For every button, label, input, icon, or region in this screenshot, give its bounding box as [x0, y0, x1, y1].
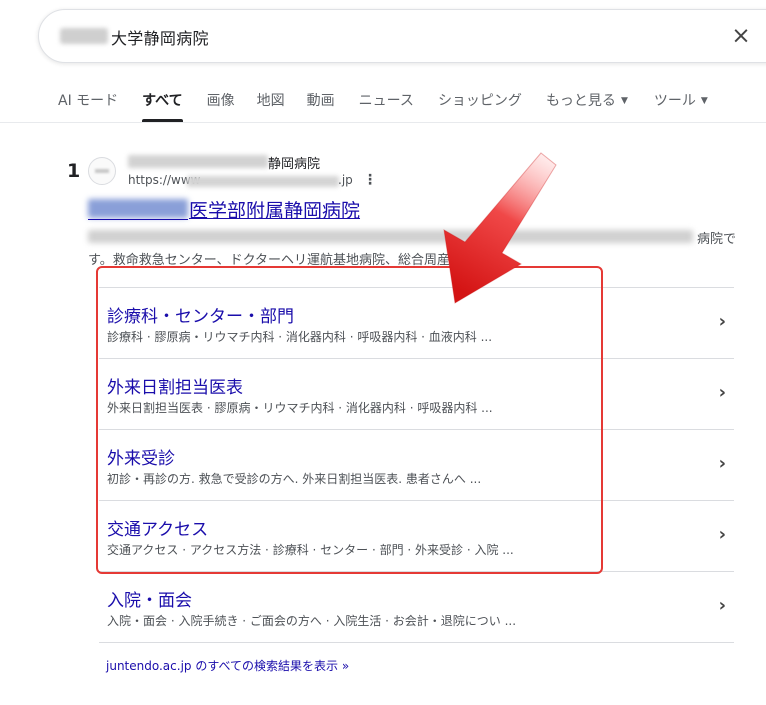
tab-images[interactable]: 画像	[207, 90, 235, 122]
more-options-icon[interactable]: ⋮	[363, 173, 377, 187]
site-url-tail[interactable]: .jp	[338, 173, 353, 187]
tab-label: ショッピング	[437, 93, 522, 109]
result-rank: 1	[67, 160, 81, 182]
chevron-right-icon[interactable]: ›	[719, 595, 726, 616]
tab-ai-mode[interactable]: AI モード	[58, 90, 118, 122]
tab-label: 地図	[256, 93, 285, 109]
close-icon[interactable]: ×	[729, 24, 753, 48]
tab-all[interactable]: すべて	[142, 90, 184, 122]
tab-label: 動画	[306, 93, 335, 109]
sitelink-admission[interactable]: 入院・面会 入院・面会 · 入院手続き · ご面会の方へ · 入院生活 · お会…	[99, 571, 734, 642]
sitelink-title[interactable]: 入院・面会	[107, 586, 192, 611]
site-url-redacted	[187, 176, 339, 187]
search-box[interactable]: 大学静岡病院 ×	[38, 9, 766, 63]
annotation-highlight-box	[96, 266, 603, 574]
search-query-redacted	[60, 28, 108, 44]
tab-news[interactable]: ニュース	[359, 90, 414, 122]
tab-label: ニュース	[358, 93, 414, 109]
tab-shopping[interactable]: ショッピング	[438, 90, 522, 122]
site-favicon[interactable]	[88, 157, 116, 185]
result-title-underline	[88, 219, 188, 220]
tab-label: もっと見る	[545, 93, 616, 109]
tab-label: すべて	[142, 93, 183, 109]
tab-label: 画像	[206, 93, 235, 109]
site-name[interactable]: 静岡病院	[268, 153, 320, 172]
sitelink-desc: 入院・面会 · 入院手続き · ご面会の方へ · 入院生活 · お会計・退院につ…	[107, 614, 517, 628]
tabs-divider	[0, 122, 766, 123]
site-name-redacted	[128, 155, 268, 168]
snippet-line1-end: 病院で	[697, 232, 737, 247]
sitelinks-divider	[99, 642, 734, 643]
chevron-down-icon: ▼	[700, 96, 708, 106]
snippet-redacted	[88, 230, 693, 243]
chevron-right-icon[interactable]: ›	[719, 311, 726, 332]
search-tabs: AI モード すべて 画像 地図 動画 ニュース ショッピング もっと見る ▼ ツ…	[58, 90, 708, 122]
chevron-down-icon: ▼	[620, 96, 628, 106]
tab-tools[interactable]: ツール ▼	[654, 90, 708, 122]
chevron-right-icon[interactable]: ›	[719, 382, 726, 403]
tab-label: ツール	[653, 93, 696, 109]
chevron-right-icon[interactable]: ›	[719, 524, 726, 545]
tab-more[interactable]: もっと見る ▼	[546, 90, 628, 122]
result-title-link[interactable]: 医学部附属静岡病院	[189, 196, 360, 223]
search-query[interactable]: 大学静岡病院	[111, 25, 209, 49]
chevron-right-icon[interactable]: ›	[719, 453, 726, 474]
tab-videos[interactable]: 動画	[307, 90, 335, 122]
tab-label: AI モード	[58, 93, 119, 109]
result-title-redacted	[88, 199, 188, 218]
tab-maps[interactable]: 地図	[257, 90, 285, 122]
all-results-link[interactable]: juntendo.ac.jp のすべての検索結果を表示 »	[106, 657, 349, 674]
